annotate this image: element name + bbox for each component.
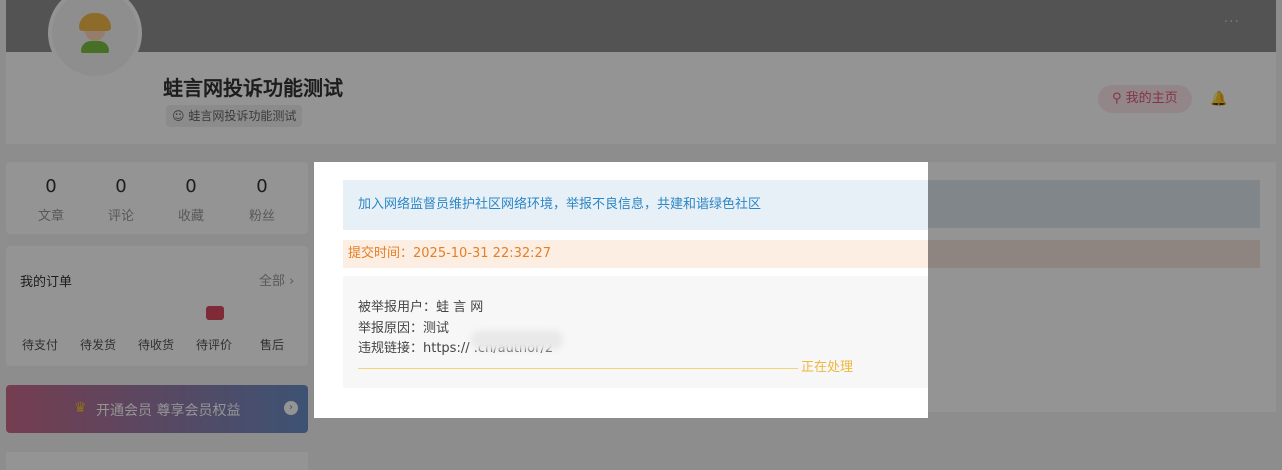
status-progress-line [358,368,798,369]
status-label: 正在处理 [801,360,854,375]
redacted-blur [471,330,563,350]
report-details: 被举报用户：蛙 言 网 举报原因：测试 违规链接：https:// .cn/au… [343,276,928,388]
report-reason: 举报原因：测试 [358,321,450,336]
report-modal: 加入网络监督员维护社区网络环境，举报不良信息，共建和谐绿色社区 提交时间：202… [314,162,928,418]
modal-notice: 加入网络监督员维护社区网络环境，举报不良信息，共建和谐绿色社区 [343,180,928,230]
reported-user: 被举报用户：蛙 言 网 [358,300,484,315]
submit-time: 提交时间：2025-10-31 22:32:27 [343,240,928,268]
